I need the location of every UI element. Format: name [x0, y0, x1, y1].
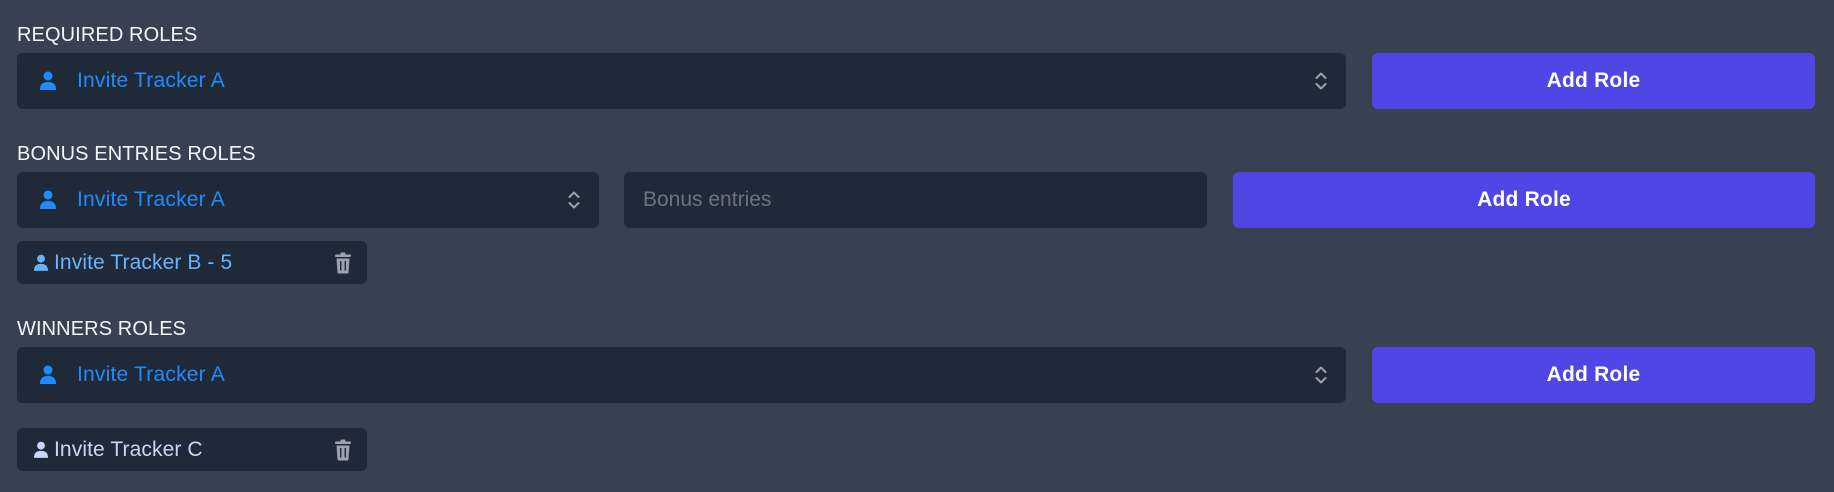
bonus-entries-roles-add-button[interactable]: Add Role — [1233, 172, 1815, 228]
user-icon — [33, 253, 49, 273]
winners-roles-add-button[interactable]: Add Role — [1372, 347, 1815, 403]
chevron-up-down-icon — [568, 191, 580, 209]
bonus-entries-roles-label: BONUS ENTRIES ROLES — [17, 143, 256, 165]
user-icon — [39, 189, 57, 211]
bonus-entries-input[interactable] — [624, 172, 1207, 228]
winners-roles-select-value: Invite Tracker A — [77, 363, 225, 386]
required-roles-select-value: Invite Tracker A — [77, 69, 225, 92]
bonus-entries-role-item-label: Invite Tracker B - 5 — [54, 250, 233, 274]
user-icon — [39, 364, 57, 386]
winners-role-item-label: Invite Tracker C — [54, 437, 203, 461]
user-icon — [39, 70, 57, 92]
required-roles-add-button[interactable]: Add Role — [1372, 53, 1815, 109]
winners-roles-label: WINNERS ROLES — [17, 318, 187, 340]
chevron-up-down-icon — [1315, 366, 1327, 384]
chevron-up-down-icon — [1315, 72, 1327, 90]
user-icon — [33, 440, 49, 460]
trash-icon[interactable] — [334, 252, 352, 274]
winners-role-item: Invite Tracker C — [17, 428, 367, 471]
winners-roles-select[interactable]: Invite Tracker A — [17, 347, 1346, 403]
required-roles-label: REQUIRED ROLES — [17, 24, 198, 46]
bonus-entries-roles-select[interactable]: Invite Tracker A — [17, 172, 599, 228]
required-roles-select[interactable]: Invite Tracker A — [17, 53, 1346, 109]
trash-icon[interactable] — [334, 439, 352, 461]
bonus-entries-role-item: Invite Tracker B - 5 — [17, 241, 367, 284]
bonus-entries-roles-select-value: Invite Tracker A — [77, 188, 225, 211]
